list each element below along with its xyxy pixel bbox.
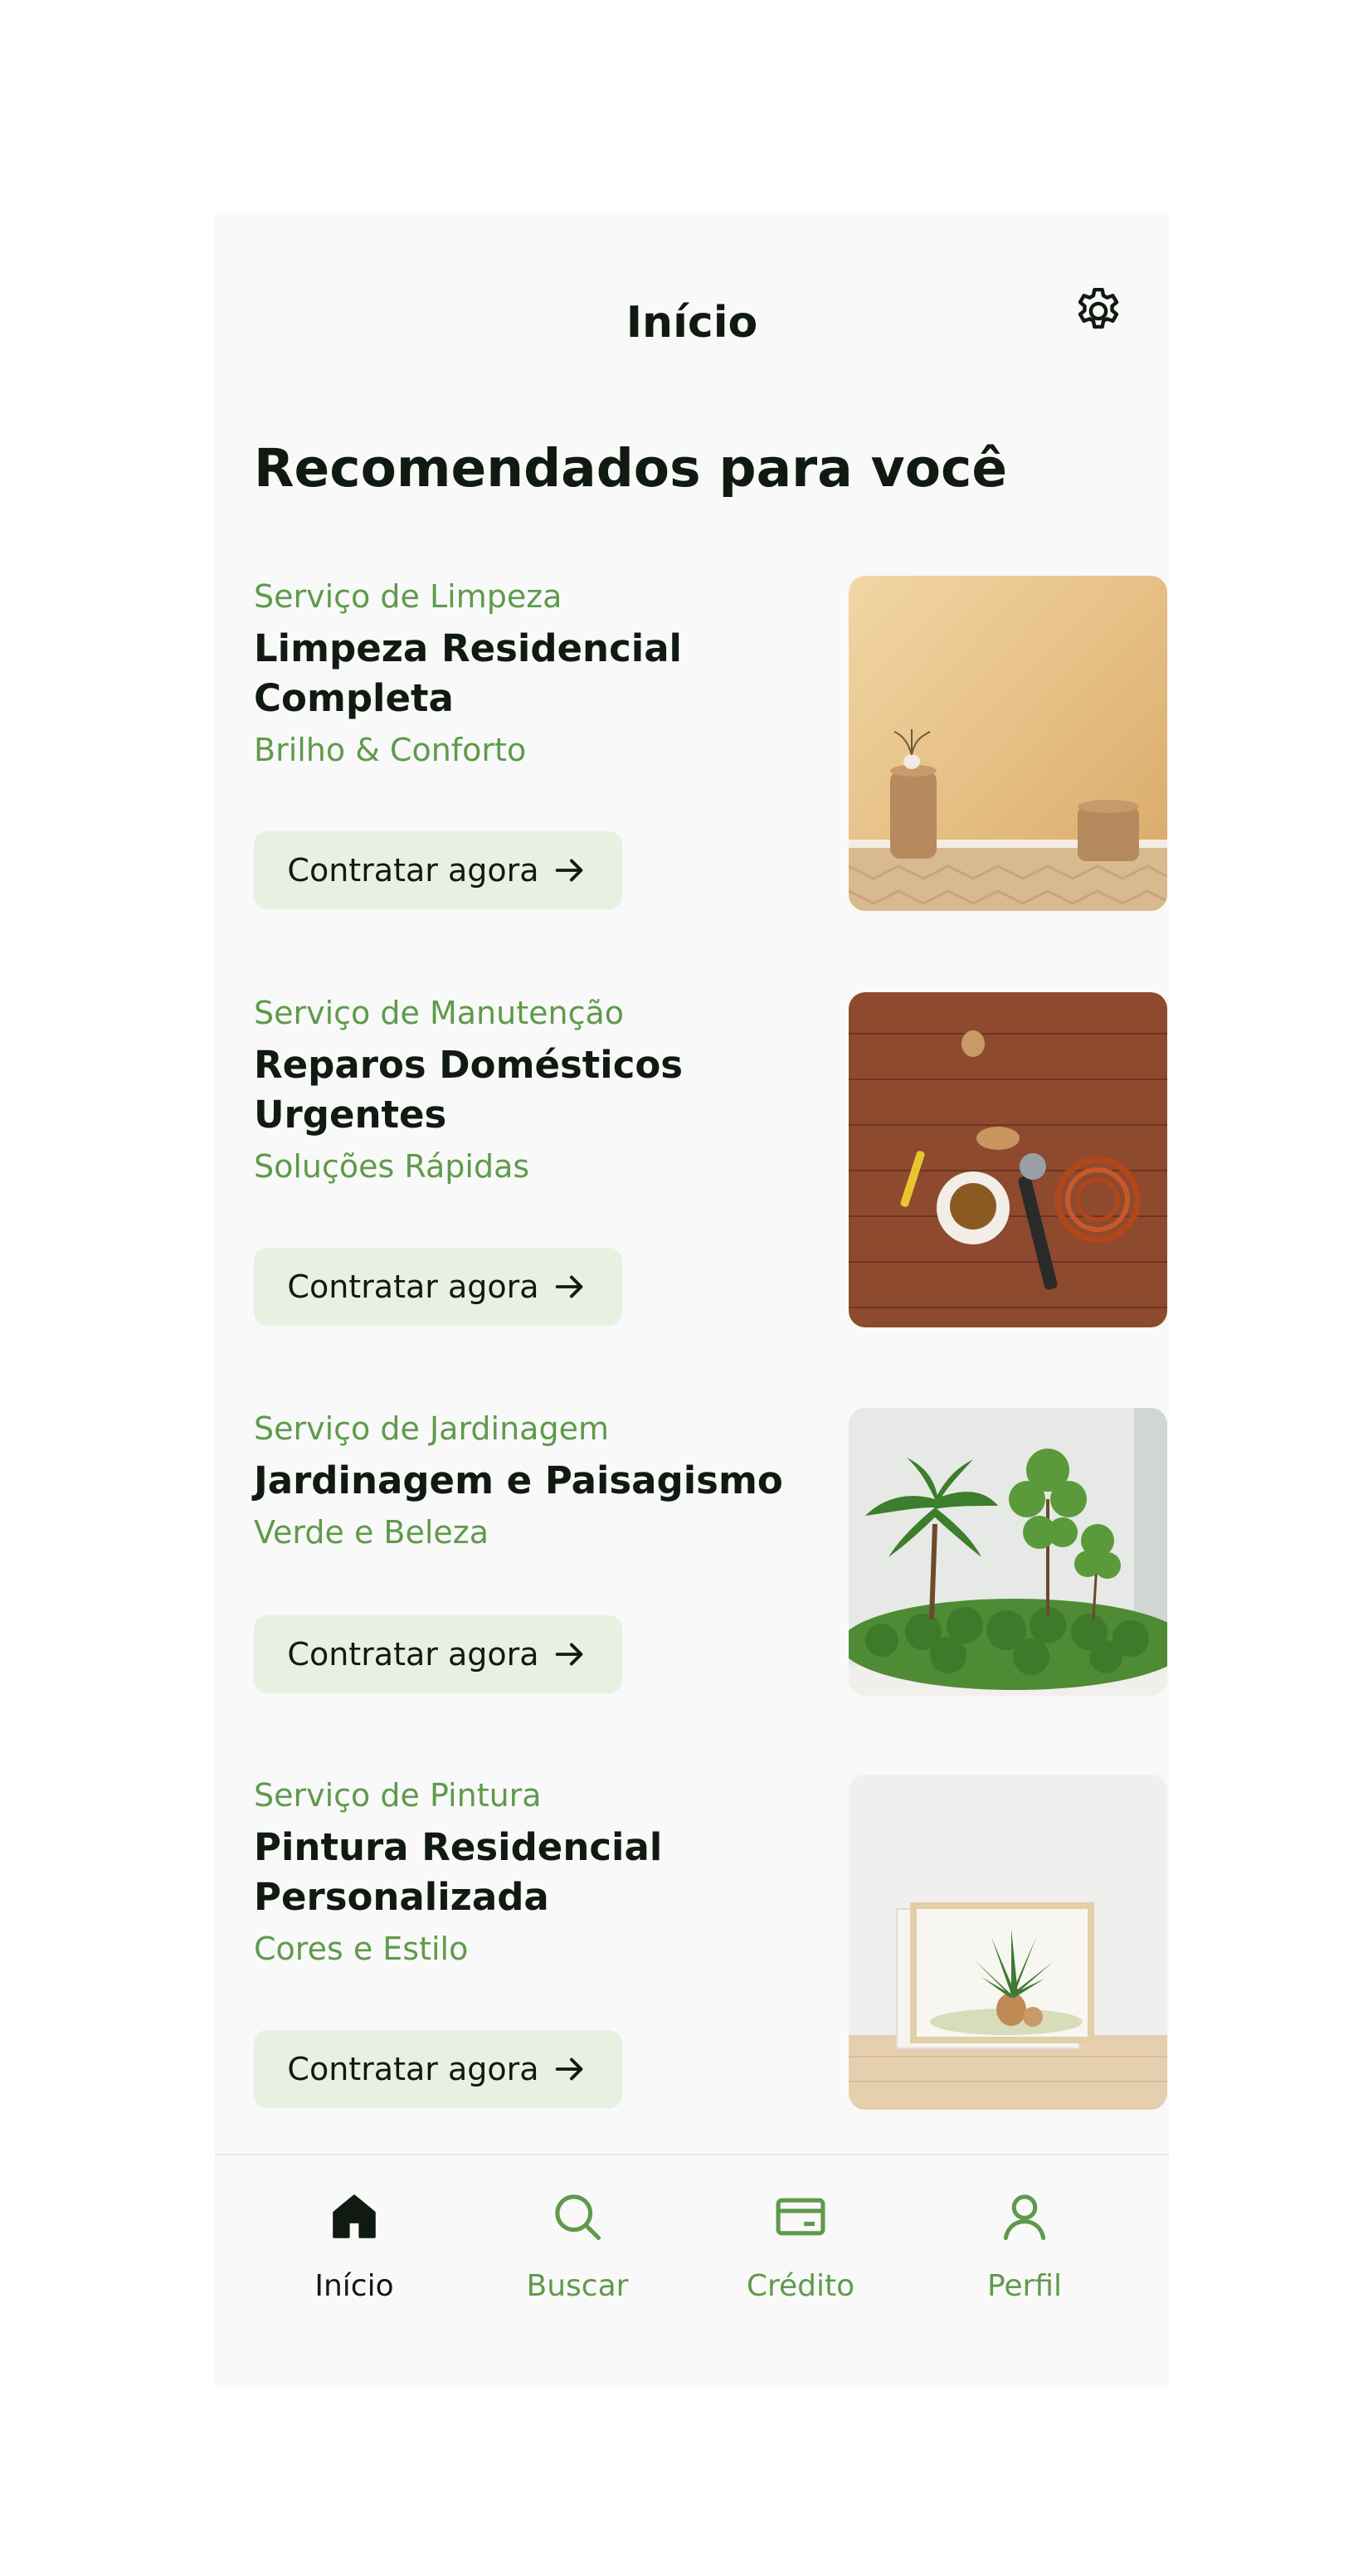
gear-icon[interactable]: [1071, 284, 1126, 338]
tab-label: Buscar: [526, 2269, 629, 2303]
card-title: Jardinagem e Paisagismo: [254, 1456, 785, 1506]
card-category: Serviço de Manutenção: [254, 995, 624, 1031]
card-category: Serviço de Limpeza: [254, 578, 562, 615]
card-tagline: Cores e Estilo: [254, 1931, 469, 1967]
app-screen: Início Recomendados para você Serviço de…: [215, 215, 1169, 2387]
card-category: Serviço de Pintura: [254, 1777, 542, 1814]
living-room-vases-image: [849, 576, 1167, 911]
tools-on-wood-image: [849, 992, 1167, 1327]
arrow-right-icon: [555, 1643, 582, 1666]
section-title: Recomendados para você: [254, 438, 1008, 499]
service-card: Serviço de Jardinagem Jardinagem e Paisa…: [254, 1408, 1167, 1696]
service-card: Serviço de Manutenção Reparos Domésticos…: [254, 992, 1167, 1327]
tab-home[interactable]: Início: [255, 2155, 454, 2338]
hire-now-button[interactable]: Contratar agora: [254, 1615, 622, 1693]
user-icon: [1003, 2194, 1046, 2241]
garden-plants-image: [849, 1408, 1167, 1696]
card-title-line: Pintura Residencial: [254, 1825, 663, 1869]
hire-now-button[interactable]: Contratar agora: [254, 831, 622, 909]
card-tagline: Brilho & Conforto: [254, 732, 527, 768]
tab-label: Crédito: [746, 2269, 855, 2303]
top-bar: Início: [215, 215, 1169, 414]
arrow-right-icon: [555, 2057, 582, 2081]
card-title-line: Personalizada: [254, 1875, 549, 1919]
service-card: Serviço de Limpeza Limpeza Residencial C…: [254, 576, 1167, 911]
hire-now-button[interactable]: Contratar agora: [254, 1248, 622, 1326]
card-title-line: Reparos Domésticos: [254, 1043, 684, 1087]
tab-label: Início: [314, 2269, 394, 2303]
card-title: Reparos Domésticos Urgentes: [254, 1040, 785, 1140]
bottom-tab-bar: Início Buscar Crédito Perfil: [215, 2155, 1169, 2387]
card-category: Serviço de Jardinagem: [254, 1410, 609, 1447]
card-title: Pintura Residencial Personalizada: [254, 1823, 785, 1922]
hire-now-label: Contratar agora: [287, 1636, 539, 1673]
service-card: Serviço de Pintura Pintura Residencial P…: [254, 1775, 1167, 2110]
tab-label: Perfil: [986, 2269, 1063, 2303]
card-tagline: Verde e Beleza: [254, 1514, 489, 1551]
hire-now-button[interactable]: Contratar agora: [254, 2030, 622, 2108]
hire-now-label: Contratar agora: [287, 2051, 539, 2087]
tab-profile[interactable]: Perfil: [925, 2155, 1124, 2338]
arrow-right-icon: [555, 1275, 582, 1298]
tab-search[interactable]: Buscar: [478, 2155, 677, 2338]
card-title: Limpeza Residencial Completa: [254, 624, 785, 723]
tab-credit[interactable]: Crédito: [701, 2155, 900, 2338]
arrow-right-icon: [555, 859, 582, 882]
framed-plant-painting-image: [849, 1775, 1167, 2110]
hire-now-label: Contratar agora: [287, 1269, 539, 1305]
credit-card-icon: [776, 2198, 825, 2236]
card-title-line: Completa: [254, 676, 454, 720]
home-icon: [333, 2194, 376, 2238]
card-title-line: Urgentes: [254, 1093, 447, 1137]
hire-now-label: Contratar agora: [287, 852, 539, 889]
card-tagline: Soluções Rápidas: [254, 1148, 530, 1185]
card-title-line: Limpeza Residencial: [254, 626, 682, 670]
card-title-line: Jardinagem e Paisagismo: [254, 1458, 783, 1502]
search-icon: [555, 2194, 601, 2241]
page-title: Início: [626, 298, 758, 348]
